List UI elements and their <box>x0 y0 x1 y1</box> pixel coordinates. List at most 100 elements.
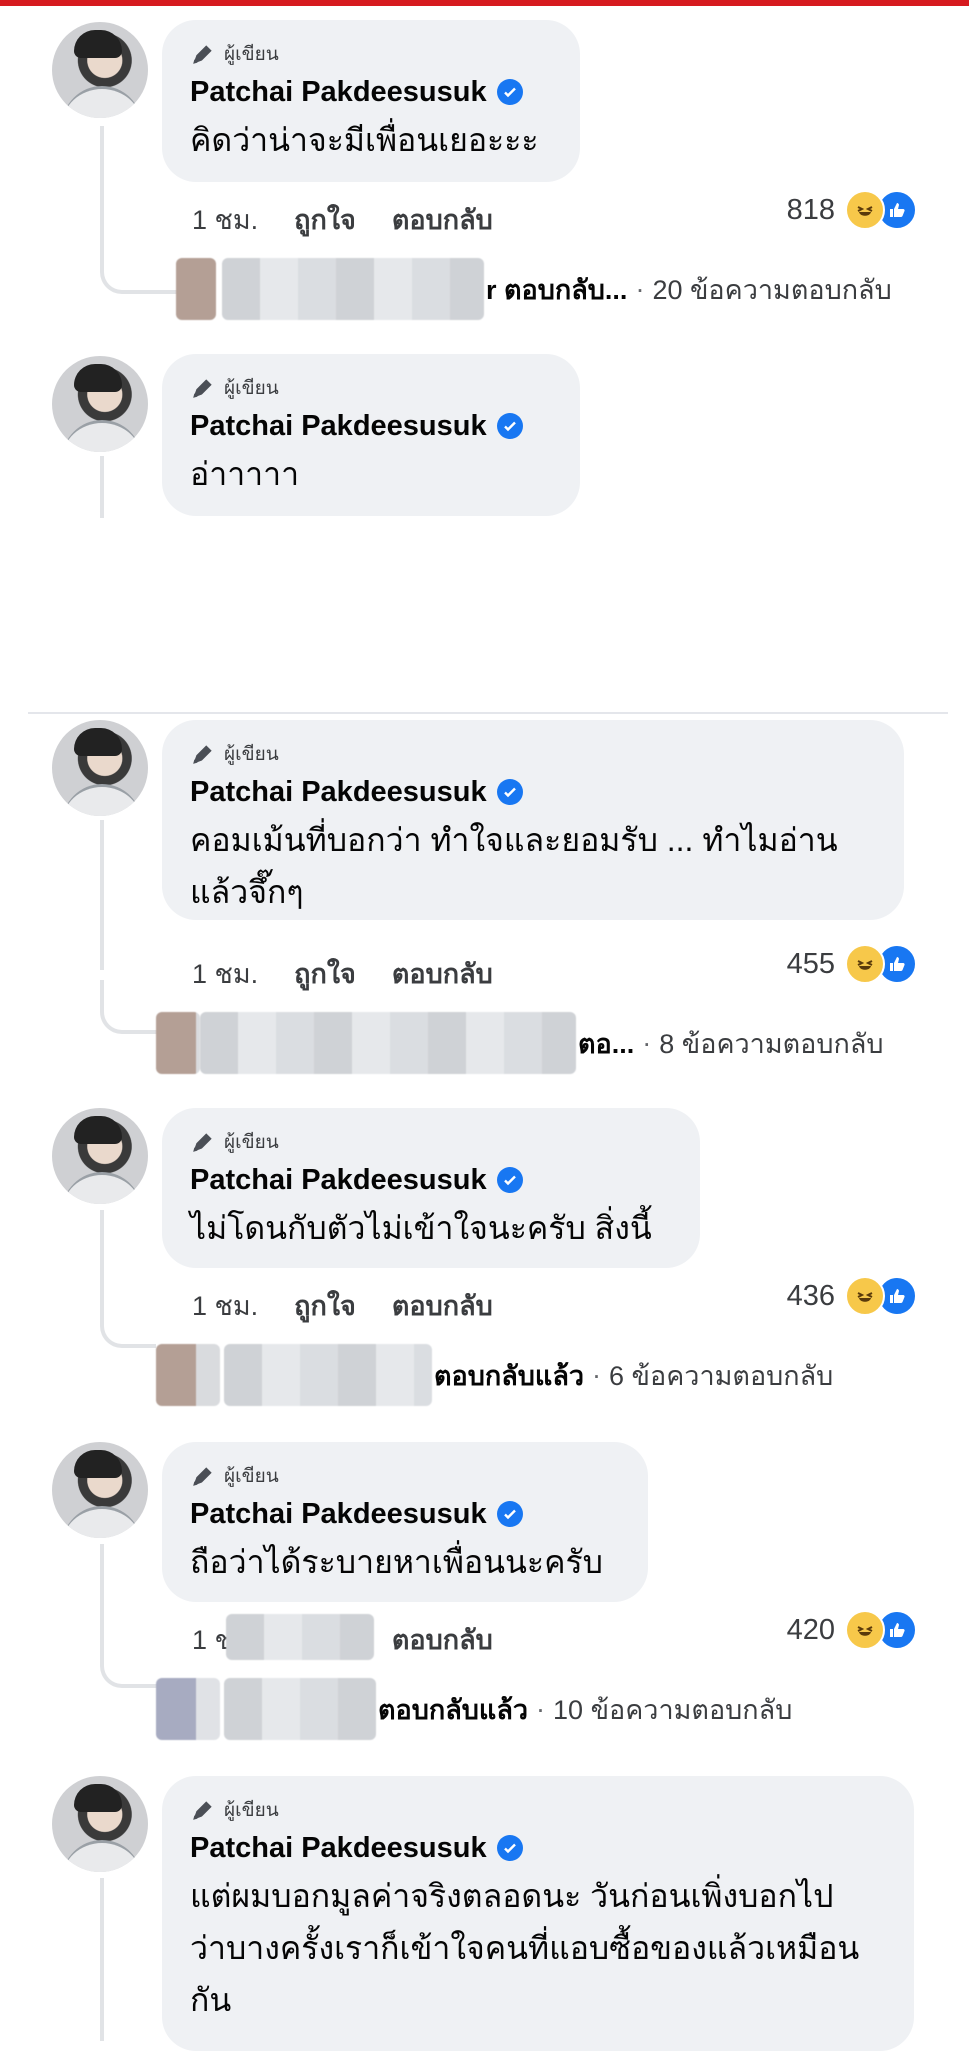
comment-time[interactable]: 1 ชม. <box>192 198 258 241</box>
author-badge-label: ผู้เขียน <box>224 378 279 399</box>
view-replies-link[interactable]: ตอบกลับแล้ว · 10 ข้อความตอบกลับ <box>156 1678 792 1740</box>
blurred-replier-name <box>224 1344 432 1406</box>
reply-button[interactable]: ตอบกลับ <box>392 198 493 241</box>
pen-icon <box>193 745 212 764</box>
comment-time[interactable]: 1 ชม. <box>192 1284 258 1327</box>
reaction-count: 455 <box>786 947 835 980</box>
comment-bubble: ผู้เขียน Patchai Pakdeesusuk ไม่โดนกับตั… <box>162 1108 700 1268</box>
comment-bubble: ผู้เขียน Patchai Pakdeesusuk อ่าาาาา <box>162 354 580 516</box>
haha-reaction-icon <box>845 944 885 984</box>
thread-line <box>100 1544 104 1644</box>
thread-connector <box>100 980 164 1034</box>
verified-icon <box>496 1167 523 1193</box>
separator-dot: · <box>536 1693 546 1724</box>
verified-icon <box>496 79 523 105</box>
author-badge-label: ผู้เขียน <box>224 1466 279 1487</box>
thread-line <box>100 1878 104 2041</box>
verified-icon <box>496 413 523 439</box>
thread-connector <box>100 1640 160 1688</box>
haha-reaction-icon <box>845 1610 885 1650</box>
reaction-summary[interactable]: 818 <box>787 190 917 230</box>
reaction-count: 436 <box>786 1279 835 1312</box>
pen-icon <box>193 379 212 398</box>
reply-count: 6 ข้อความตอบกลับ <box>609 1360 834 1391</box>
author-badge: ผู้เขียน <box>190 1462 620 1490</box>
separator-dot: · <box>635 273 645 304</box>
comment-actions: 1 ชม. ถูกใจ ตอบกลับ <box>192 952 493 995</box>
reaction-summary[interactable]: 455 <box>787 944 917 984</box>
comment-text: ถือว่าได้ระบายหาเพื่อนนะครับ <box>190 1544 603 1580</box>
blurred-replier-name <box>200 1012 576 1074</box>
reaction-count: 420 <box>786 1613 835 1646</box>
separator-dot: · <box>592 1359 602 1390</box>
blurred-replier <box>156 1012 200 1074</box>
blurred-replier <box>156 1344 220 1406</box>
reply-preview: ตอ... <box>578 1028 635 1059</box>
view-replies-link[interactable]: ตอบกลับแล้ว · 6 ข้อความตอบกลับ <box>156 1344 833 1406</box>
verified-icon <box>496 1501 523 1527</box>
reply-button[interactable]: ตอบกลับ <box>392 1284 493 1327</box>
author-name[interactable]: Patchai Pakdeesusuk <box>190 1164 487 1197</box>
reply-button[interactable]: ตอบกลับ <box>392 1618 493 1661</box>
comment-bubble: ผู้เขียน Patchai Pakdeesusuk คอมเม้นที่บ… <box>162 720 904 920</box>
comment-text: ไม่โดนกับตัวไม่เข้าใจนะครับ สิ่งนี้ <box>190 1210 652 1246</box>
author-badge: ผู้เขียน <box>190 1796 886 1824</box>
like-button[interactable]: ถูกใจ <box>294 198 356 241</box>
top-accent-bar <box>0 0 969 6</box>
author-badge-label: ผู้เขียน <box>224 1800 279 1821</box>
author-name[interactable]: Patchai Pakdeesusuk <box>190 410 487 443</box>
comment-actions: 1 ชม. ถูกใจ ตอบกลับ <box>192 1284 493 1327</box>
author-name[interactable]: Patchai Pakdeesusuk <box>190 1498 487 1531</box>
reply-preview: ตอบกลับแล้ว <box>378 1694 529 1725</box>
avatar[interactable] <box>52 720 148 816</box>
author-name[interactable]: Patchai Pakdeesusuk <box>190 1832 487 1865</box>
reply-count: 8 ข้อความตอบกลับ <box>659 1028 884 1059</box>
comment-text: แต่ผมบอกมูลค่าจริงตลอดนะ วันก่อนเพิ่งบอก… <box>190 1870 886 2026</box>
comment-text-line: กัน <box>190 1982 232 2018</box>
comment-bubble: ผู้เขียน Patchai Pakdeesusuk แต่ผมบอกมูล… <box>162 1776 914 2051</box>
haha-reaction-icon <box>845 190 885 230</box>
comment-text-line: ว่าบางครั้งเราก็เข้าใจคนที่แอบซื้อของแล้… <box>190 1930 860 1966</box>
comment-actions: 1 ชม. ถูกใจ ตอบกลับ <box>192 198 493 241</box>
verified-icon <box>496 779 523 805</box>
author-badge: ผู้เขียน <box>190 740 876 768</box>
avatar[interactable] <box>52 356 148 452</box>
author-name[interactable]: Patchai Pakdeesusuk <box>190 76 487 109</box>
reply-count: 20 ข้อความตอบกลับ <box>652 274 892 305</box>
pen-icon <box>193 1801 212 1820</box>
avatar[interactable] <box>52 1108 148 1204</box>
thread-line <box>100 820 104 970</box>
blurred-replier-name <box>222 258 484 320</box>
author-badge-label: ผู้เขียน <box>224 44 279 65</box>
reply-button[interactable]: ตอบกลับ <box>392 952 493 995</box>
author-badge-label: ผู้เขียน <box>224 1132 279 1153</box>
reply-count: 10 ข้อความตอบกลับ <box>553 1694 793 1725</box>
reaction-summary[interactable]: 420 <box>787 1610 917 1650</box>
author-name[interactable]: Patchai Pakdeesusuk <box>190 776 487 809</box>
blurred-replier-name <box>224 1678 376 1740</box>
reaction-summary[interactable]: 436 <box>787 1276 917 1316</box>
avatar[interactable] <box>52 1776 148 1872</box>
author-badge: ผู้เขียน <box>190 1128 672 1156</box>
comment-text: คอมเม้นที่บอกว่า ทำใจและยอมรับ ... ทำไมอ… <box>190 814 876 918</box>
like-button[interactable]: ถูกใจ <box>294 952 356 995</box>
pen-icon <box>193 1133 212 1152</box>
reply-preview: ตอบกลับแล้ว <box>434 1360 585 1391</box>
comment-text-line: คอมเม้นที่บอกว่า ทำใจและยอมรับ ... ทำไมอ… <box>190 822 838 858</box>
screenshot-seam-divider <box>28 712 948 714</box>
view-replies-link[interactable]: ตอ... · 8 ข้อความตอบกลับ <box>156 1012 884 1074</box>
separator-dot: · <box>642 1027 652 1058</box>
thread-line <box>100 456 104 518</box>
avatar[interactable] <box>52 1442 148 1538</box>
avatar[interactable] <box>52 22 148 118</box>
like-button[interactable]: ถูกใจ <box>294 1284 356 1327</box>
comment-text-line: แต่ผมบอกมูลค่าจริงตลอดนะ วันก่อนเพิ่งบอก… <box>190 1878 834 1914</box>
comment-time[interactable]: 1 ชม. <box>192 952 258 995</box>
verified-icon <box>496 1835 523 1861</box>
comment-bubble: ผู้เขียน Patchai Pakdeesusuk คิดว่าน่าจะ… <box>162 20 580 182</box>
reply-preview: r ตอบกลับ... <box>486 274 628 305</box>
thread-connector <box>100 230 182 294</box>
thread-line <box>100 1210 104 1300</box>
view-replies-link[interactable]: r ตอบกลับ... · 20 ข้อความตอบกลับ <box>176 258 892 320</box>
haha-reaction-icon <box>845 1276 885 1316</box>
